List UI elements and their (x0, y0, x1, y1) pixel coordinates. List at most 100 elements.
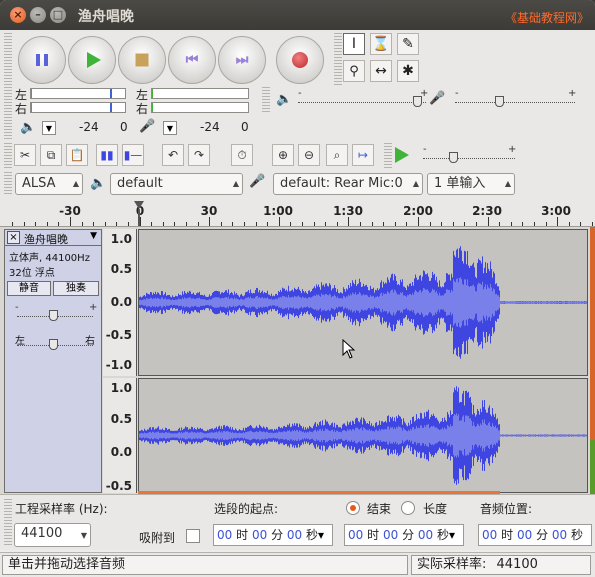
ruler-tick (82, 222, 83, 226)
ruler-tick (302, 222, 303, 226)
asterisk-icon: ✱ (402, 63, 414, 79)
maximize-window-button[interactable]: □ (50, 7, 66, 23)
timeline-ruler[interactable]: -30 0 30 1:00 1:30 2:00 2:30 3:00 (0, 199, 595, 227)
draw-tool-button[interactable]: ✎ (397, 33, 419, 55)
end-radio[interactable] (346, 501, 360, 515)
ruler-label: 1:30 (333, 204, 363, 218)
playback-volume-icon: 🔈 (276, 92, 293, 107)
skip-to-end-button[interactable]: ⏭ (218, 36, 266, 84)
selection-end-time[interactable]: 00 时 00 分 00 秒▾ (344, 524, 464, 546)
transport-toolbar-grip[interactable] (4, 33, 12, 85)
ruler-tick (163, 222, 164, 226)
pause-button[interactable] (18, 36, 66, 84)
playback-meter-left[interactable] (30, 88, 126, 99)
undo-button[interactable]: ↶ (162, 144, 184, 166)
ruler-tick (186, 222, 187, 226)
audio-host-select[interactable]: ALSA ▲ (15, 173, 83, 195)
input-volume-track (455, 102, 575, 103)
play-at-speed-button[interactable] (395, 147, 409, 163)
scale-label: 0.5 (110, 262, 132, 276)
ruler-tick (499, 222, 500, 226)
ruler-tick (557, 217, 558, 226)
minimize-window-button[interactable]: – (30, 7, 46, 23)
input-channels-select[interactable]: 1 单输入 ▲ (427, 173, 515, 195)
timeshift-tool-button[interactable]: ↔ (370, 60, 392, 82)
undo-icon: ↶ (167, 148, 179, 162)
input-volume-min: - (455, 88, 459, 99)
vertical-scale-bottom[interactable]: 1.0 0.5 0.0 -0.5 (103, 378, 137, 493)
edit-toolbar-grip[interactable] (4, 143, 12, 168)
snap-to-label: 吸附到 (139, 531, 176, 545)
solo-button[interactable]: 独奏 (53, 281, 99, 296)
ruler-tick (58, 222, 59, 226)
audio-position-time[interactable]: 00 时 00 分 00 秒 (478, 524, 592, 546)
mute-button[interactable]: 静音 (7, 281, 51, 296)
scale-label: -0.5 (105, 328, 132, 342)
selection-toolbar-grip[interactable] (4, 499, 12, 547)
close-window-button[interactable]: × (10, 7, 26, 23)
play-button[interactable] (68, 36, 116, 84)
playspeed-toolbar-grip[interactable] (384, 143, 392, 168)
length-radio[interactable] (401, 501, 415, 515)
playback-meter-menu[interactable]: ▼ (42, 121, 56, 135)
cut-button[interactable]: ✂ (14, 144, 36, 166)
paste-button[interactable]: 📋 (66, 144, 88, 166)
playback-volume-slider[interactable] (413, 96, 422, 107)
trim-button[interactable]: ▮▮ (96, 144, 118, 166)
input-device-select[interactable]: default: Rear Mic:0 ▲ (273, 173, 423, 195)
record-button[interactable] (276, 36, 324, 84)
output-device-select[interactable]: default ▲ (110, 173, 243, 195)
copy-button[interactable]: ⧉ (40, 144, 62, 166)
record-meter-left[interactable] (151, 88, 249, 99)
fit-project-button[interactable]: ↦ (352, 144, 374, 166)
magnifier-icon: ⚲ (349, 64, 359, 79)
sync-lock-button[interactable]: ⏱ (231, 144, 253, 166)
play-head-marker[interactable] (134, 201, 144, 209)
waveform-channel-left[interactable] (138, 229, 588, 376)
project-rate-label: 工程采样率 (Hz): (15, 502, 108, 516)
ruler-tick (198, 222, 199, 226)
window-title: 渔舟唱晚 (78, 9, 134, 25)
ruler-label: 1:00 (263, 204, 293, 218)
selection-tool-button[interactable]: I (343, 33, 365, 55)
pan-slider[interactable] (49, 339, 58, 350)
zoom-tool-button[interactable]: ⚲ (343, 60, 365, 82)
mixer-toolbar-grip[interactable] (262, 87, 270, 112)
ruler-tick (476, 222, 477, 226)
ruler-tick (47, 222, 48, 226)
playback-meter-right[interactable] (30, 102, 126, 113)
scale-label: -0.5 (105, 479, 132, 493)
track-title-bar[interactable]: × 渔舟唱晚 ▼ (5, 230, 101, 246)
envelope-tool-button[interactable]: ⌛ (370, 33, 392, 55)
zoom-in-icon: ⊕ (277, 148, 289, 162)
vertical-scale-top[interactable]: 1.0 0.5 0.0 -0.5 -1.0 (103, 229, 137, 376)
close-track-button[interactable]: × (7, 231, 20, 244)
device-toolbar-grip[interactable] (4, 172, 12, 196)
silence-button[interactable]: ▮— (122, 144, 144, 166)
multi-tool-button[interactable]: ✱ (397, 60, 419, 82)
redo-button[interactable]: ↷ (188, 144, 210, 166)
waveform-channel-right[interactable] (138, 378, 588, 493)
tools-toolbar-grip[interactable] (334, 33, 342, 85)
snap-to-checkbox[interactable] (186, 529, 200, 543)
envelope-icon: ⌛ (372, 36, 390, 52)
skip-to-start-button[interactable]: ⏮ (168, 36, 216, 84)
track-menu-icon[interactable]: ▼ (90, 231, 97, 241)
record-meter-right[interactable] (151, 102, 249, 113)
zoom-out-button[interactable]: ⊖ (298, 144, 320, 166)
scale-label: 0.5 (110, 412, 132, 426)
input-volume-slider[interactable] (495, 96, 504, 107)
zoom-in-button[interactable]: ⊕ (272, 144, 294, 166)
audacity-window: × – □ 渔舟唱晚 《基础教程网》 ⏮ ⏭ I ⌛ ✎ ⚲ ↔ ✱ 左 右 左… (0, 0, 595, 577)
stop-button[interactable] (118, 36, 166, 84)
meter-toolbar-grip[interactable] (4, 87, 12, 139)
play-speed-slider[interactable] (449, 152, 458, 163)
selection-start-time[interactable]: 00 时 00 分 00 秒▾ (213, 524, 333, 546)
gain-slider[interactable] (49, 310, 58, 321)
project-rate-select[interactable]: 44100 ▼ (14, 523, 91, 547)
record-meter-menu[interactable]: ▼ (163, 121, 177, 135)
playback-volume-min: - (298, 88, 302, 99)
fit-project-icon: ↦ (357, 148, 369, 162)
scale-label: 0.0 (110, 445, 132, 459)
fit-selection-button[interactable]: ⌕ (326, 144, 348, 166)
